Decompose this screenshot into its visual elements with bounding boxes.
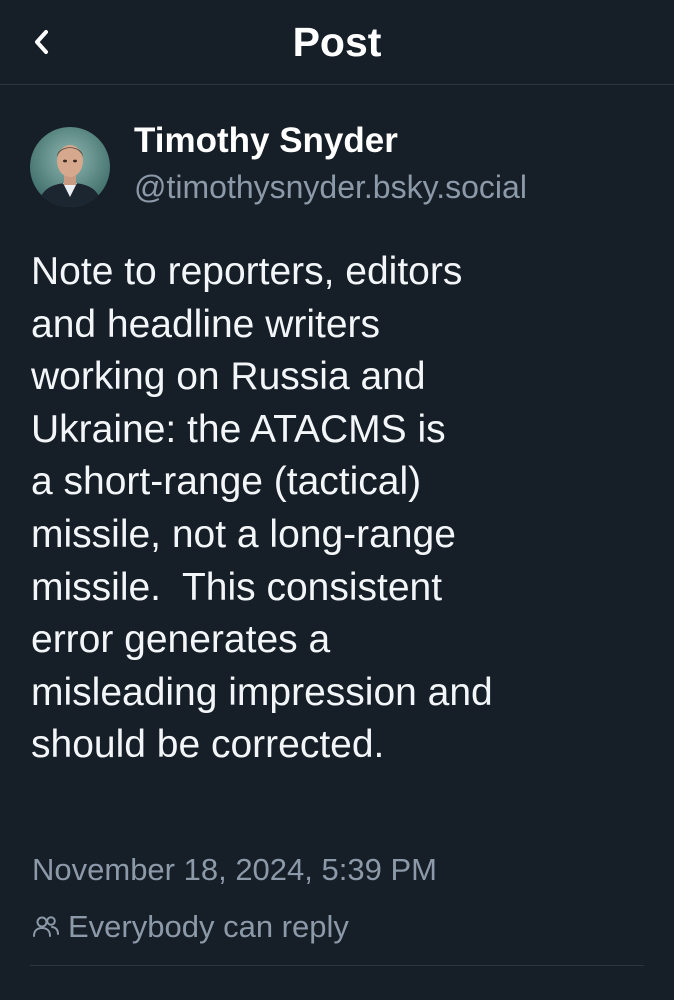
post-text-line: missile. This consistent <box>31 565 443 609</box>
top-bar: Post <box>0 0 674 85</box>
divider <box>30 965 644 966</box>
people-icon <box>33 916 59 937</box>
author-handle[interactable]: @timothysnyder.bsky.social <box>134 164 654 210</box>
post-text-line: a short-range (tactical) <box>31 460 422 504</box>
avatar[interactable] <box>30 127 110 207</box>
post-text-line: misleading impression and <box>31 670 493 714</box>
post-text: Note to reporters, editors and headline … <box>31 246 651 772</box>
post-text-line: and headline writers <box>31 302 381 346</box>
author-block: Timothy Snyder @timothysnyder.bsky.socia… <box>134 118 654 210</box>
post-text-line: Note to reporters, editors <box>31 250 463 293</box>
user-avatar-photo <box>30 127 110 207</box>
post-text-line: working on Russia and <box>31 355 426 399</box>
author-name[interactable]: Timothy Snyder <box>134 118 654 164</box>
page-title: Post <box>292 19 382 65</box>
reply-setting-label: Everybody can reply <box>68 909 349 944</box>
post-timestamp: November 18, 2024, 5:39 PM <box>32 852 437 887</box>
post-text-line: missile, not a long-range <box>31 512 456 556</box>
reply-setting: Everybody can reply <box>32 905 349 949</box>
post-text-line: Ukraine: the ATACMS is <box>31 407 446 451</box>
post-text-line: should be corrected. <box>31 723 385 767</box>
post-text-line: error generates a <box>31 618 331 662</box>
